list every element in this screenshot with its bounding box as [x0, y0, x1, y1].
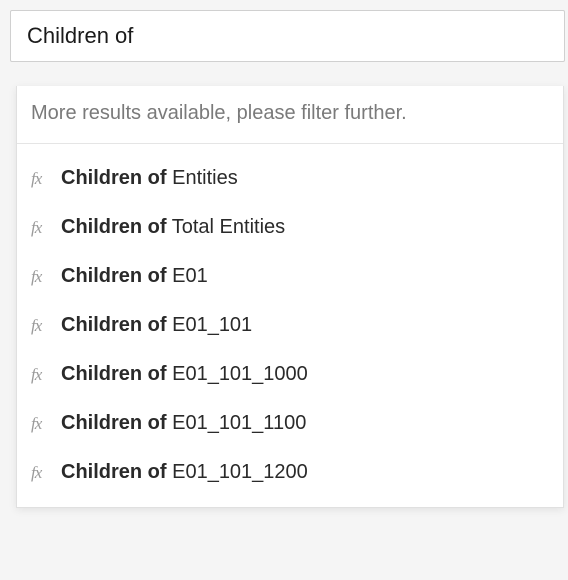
results-list: fx Children of Entities fx Children of T…: [17, 144, 563, 507]
result-item[interactable]: fx Children of E01_101_1200: [17, 448, 563, 497]
result-label: Children of E01_101_1100: [61, 412, 306, 435]
result-label: Children of Total Entities: [61, 216, 285, 239]
result-label: Children of E01_101_1200: [61, 461, 308, 484]
function-icon: fx: [31, 267, 51, 287]
function-icon: fx: [31, 414, 51, 434]
result-label: Children of Entities: [61, 167, 238, 190]
result-label: Children of E01_101: [61, 314, 252, 337]
result-item[interactable]: fx Children of E01_101_1100: [17, 399, 563, 448]
result-label: Children of E01: [61, 265, 208, 288]
function-icon: fx: [31, 463, 51, 483]
result-item[interactable]: fx Children of E01_101: [17, 301, 563, 350]
search-box[interactable]: [10, 10, 565, 62]
function-icon: fx: [31, 365, 51, 385]
result-item[interactable]: fx Children of E01: [17, 252, 563, 301]
function-icon: fx: [31, 218, 51, 238]
result-item[interactable]: fx Children of Total Entities: [17, 203, 563, 252]
function-icon: fx: [31, 169, 51, 189]
result-item[interactable]: fx Children of Entities: [17, 154, 563, 203]
autocomplete-dropdown: More results available, please filter fu…: [16, 86, 564, 508]
result-item[interactable]: fx Children of E01_101_1000: [17, 350, 563, 399]
function-icon: fx: [31, 316, 51, 336]
result-label: Children of E01_101_1000: [61, 363, 308, 386]
more-results-message: More results available, please filter fu…: [17, 86, 563, 144]
search-input[interactable]: [27, 23, 548, 49]
